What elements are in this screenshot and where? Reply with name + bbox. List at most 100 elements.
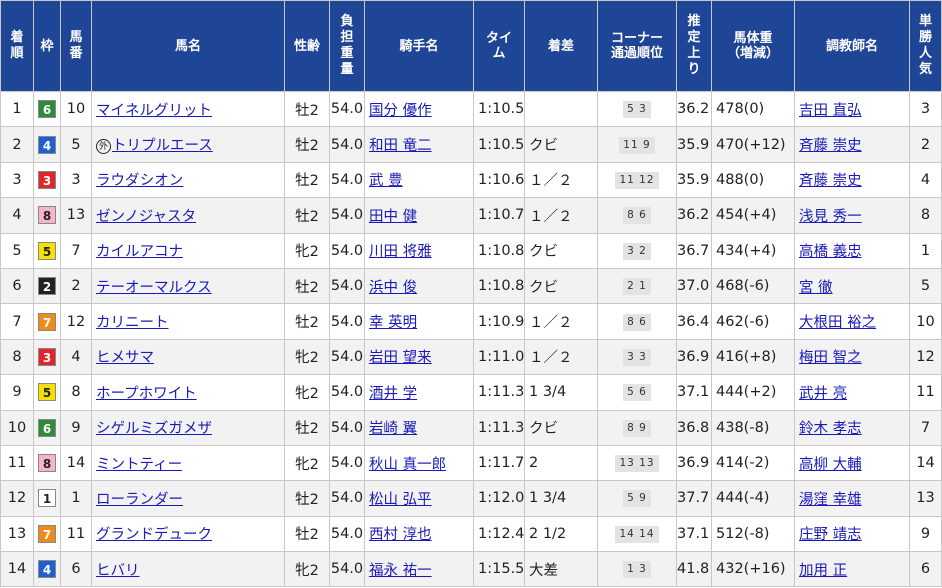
last3f-cell: 41.8 bbox=[676, 551, 712, 588]
waku-badge: 6 bbox=[38, 418, 56, 437]
jockey-link[interactable]: 田中 健 bbox=[369, 209, 417, 225]
trainer-link[interactable]: 鈴木 孝志 bbox=[799, 421, 862, 437]
jockey-link[interactable]: 西村 淳也 bbox=[369, 527, 432, 543]
horse-name-cell: ミントティー bbox=[91, 444, 285, 482]
corner-cell: 8 6 bbox=[597, 303, 677, 340]
time-cell: 1:10.5 bbox=[473, 90, 525, 128]
trainer-link[interactable]: 斉藤 崇史 bbox=[799, 138, 862, 154]
jockey-cell: 岩崎 翼 bbox=[364, 409, 474, 446]
corner-positions: 8 6 bbox=[623, 313, 651, 331]
rank-cell: 10 bbox=[0, 409, 34, 446]
last3f-cell: 37.0 bbox=[676, 267, 712, 305]
last3f-cell: 36.9 bbox=[676, 338, 712, 376]
header-margin: 着差 bbox=[524, 0, 598, 92]
horse-name-link[interactable]: シゲルミズガメザ bbox=[96, 421, 212, 437]
jockey-link[interactable]: 岩田 望来 bbox=[369, 350, 432, 366]
margin-cell: クビ bbox=[524, 232, 598, 269]
rank-cell: 6 bbox=[0, 267, 34, 305]
horse-name-link[interactable]: ミントティー bbox=[96, 457, 182, 473]
horse-name-link[interactable]: ヒメサマ bbox=[96, 350, 154, 366]
rank-cell: 4 bbox=[0, 197, 34, 234]
trainer-link[interactable]: 武井 亮 bbox=[799, 386, 847, 402]
sex-age-cell: 牝2 bbox=[284, 338, 330, 376]
jockey-link[interactable]: 幸 英明 bbox=[369, 315, 417, 331]
horse-name-link[interactable]: ホープホワイト bbox=[96, 386, 197, 402]
horse-name-link[interactable]: ローランダー bbox=[96, 492, 183, 508]
jockey-cell: 武 豊 bbox=[364, 161, 474, 199]
weight-cell: 54.0 bbox=[329, 551, 365, 588]
horse-name-link[interactable]: ヒバリ bbox=[96, 563, 140, 579]
umaban-cell: 3 bbox=[60, 161, 92, 199]
sex-age-cell: 牝2 bbox=[284, 232, 330, 269]
margin-cell bbox=[524, 90, 598, 128]
jockey-link[interactable]: 松山 弘平 bbox=[369, 492, 432, 508]
table-row: 11 8 14 ミントティー 牝2 54.0 秋山 真一郎 1:11.7 2 13 13 36.9 4… bbox=[0, 444, 942, 482]
corner-cell: 13 13 bbox=[597, 444, 677, 482]
table-row: 3 3 3 ラウダシオン 牡2 54.0 武 豊 1:10.6 １／２ 11 12 35.9 488(… bbox=[0, 161, 942, 199]
jockey-link[interactable]: 国分 優作 bbox=[369, 103, 432, 119]
rank-cell: 8 bbox=[0, 338, 34, 376]
horse-name-link[interactable]: マイネルグリット bbox=[96, 103, 212, 119]
horse-name-link[interactable]: グランドデューク bbox=[96, 527, 212, 543]
trainer-link[interactable]: 浅見 秀一 bbox=[799, 209, 862, 225]
trainer-link[interactable]: 加用 正 bbox=[799, 563, 847, 579]
header-trainer: 調教師名 bbox=[794, 0, 910, 92]
jockey-cell: 川田 将雅 bbox=[364, 232, 474, 269]
umaban-cell: 13 bbox=[60, 197, 92, 234]
waku-badge: 7 bbox=[38, 524, 56, 543]
trainer-cell: 鈴木 孝志 bbox=[794, 409, 910, 446]
jockey-link[interactable]: 福永 祐一 bbox=[369, 563, 432, 579]
trainer-cell: 斉藤 崇史 bbox=[794, 161, 910, 199]
header-rank: 着順 bbox=[0, 0, 34, 92]
trainer-link[interactable]: 梅田 智之 bbox=[799, 350, 862, 366]
body-weight-cell: 454(+4) bbox=[711, 197, 795, 234]
trainer-link[interactable]: 斉藤 崇史 bbox=[799, 173, 862, 189]
rank-cell: 7 bbox=[0, 303, 34, 340]
horse-name-link[interactable]: トリプルエース bbox=[112, 138, 213, 154]
jockey-link[interactable]: 秋山 真一郎 bbox=[369, 457, 446, 473]
trainer-link[interactable]: 吉田 直弘 bbox=[799, 103, 862, 119]
trainer-link[interactable]: 庄野 靖志 bbox=[799, 527, 862, 543]
rank-cell: 2 bbox=[0, 126, 34, 163]
horse-name-link[interactable]: ラウダシオン bbox=[96, 173, 183, 189]
jockey-link[interactable]: 武 豊 bbox=[369, 173, 403, 189]
horse-name-cell: カイルアコナ bbox=[91, 232, 285, 269]
horse-name-link[interactable]: ゼンノジャスタ bbox=[96, 209, 196, 225]
jockey-link[interactable]: 岩崎 翼 bbox=[369, 421, 417, 437]
jockey-link[interactable]: 酒井 学 bbox=[369, 386, 417, 402]
waku-cell: 8 bbox=[33, 444, 61, 482]
corner-positions: 14 14 bbox=[615, 525, 659, 543]
trainer-link[interactable]: 高橋 義忠 bbox=[799, 244, 862, 260]
table-row: 10 6 9 シゲルミズガメザ 牡2 54.0 岩崎 翼 1:11.3 クビ 8 9 36.8 438… bbox=[0, 409, 942, 446]
margin-cell: １／２ bbox=[524, 303, 598, 340]
jockey-cell: 酒井 学 bbox=[364, 374, 474, 411]
trainer-link[interactable]: 湯窪 幸雄 bbox=[799, 492, 862, 508]
popularity-cell: 5 bbox=[909, 267, 942, 305]
umaban-cell: 9 bbox=[60, 409, 92, 446]
corner-cell: 8 9 bbox=[597, 409, 677, 446]
waku-badge: 3 bbox=[38, 347, 56, 366]
corner-cell: 11 12 bbox=[597, 161, 677, 199]
jockey-link[interactable]: 浜中 俊 bbox=[369, 280, 417, 296]
waku-cell: 4 bbox=[33, 126, 61, 163]
horse-name-link[interactable]: テーオーマルクス bbox=[96, 280, 212, 296]
weight-cell: 54.0 bbox=[329, 126, 365, 163]
table-row: 5 5 7 カイルアコナ 牝2 54.0 川田 将雅 1:10.8 クビ 3 2 36.7 434(+… bbox=[0, 232, 942, 269]
jockey-link[interactable]: 川田 将雅 bbox=[369, 244, 432, 260]
rank-cell: 1 bbox=[0, 90, 34, 128]
trainer-cell: 梅田 智之 bbox=[794, 338, 910, 376]
rank-cell: 3 bbox=[0, 161, 34, 199]
waku-cell: 8 bbox=[33, 197, 61, 234]
waku-cell: 5 bbox=[33, 232, 61, 269]
jockey-link[interactable]: 和田 竜二 bbox=[369, 138, 432, 154]
horse-name-link[interactable]: カイルアコナ bbox=[96, 244, 183, 260]
waku-cell: 6 bbox=[33, 90, 61, 128]
header-sex-age: 性齢 bbox=[284, 0, 330, 92]
horse-name-link[interactable]: カリニート bbox=[96, 315, 169, 331]
trainer-link[interactable]: 宮 徹 bbox=[799, 280, 833, 296]
trainer-link[interactable]: 高柳 大輔 bbox=[799, 457, 862, 473]
last3f-cell: 36.7 bbox=[676, 232, 712, 269]
rank-cell: 9 bbox=[0, 374, 34, 411]
trainer-link[interactable]: 大根田 裕之 bbox=[799, 315, 876, 331]
corner-cell: 8 6 bbox=[597, 197, 677, 234]
